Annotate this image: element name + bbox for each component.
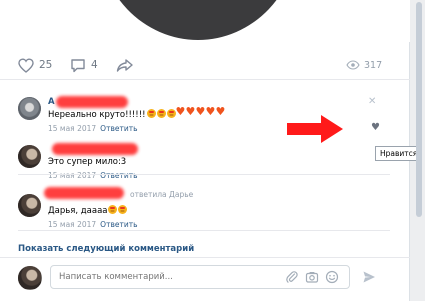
reply-to-label[interactable]: ответила Дарье — [130, 190, 193, 199]
likes-count: 25 — [39, 59, 53, 71]
share-button[interactable] — [116, 56, 134, 74]
comment-composer — [0, 257, 410, 301]
comment-divider — [18, 230, 390, 231]
paperclip-icon[interactable] — [285, 270, 299, 284]
page: 25 4 317 А Нереально круто!!!!!!♥♥♥♥♥ 15… — [0, 0, 425, 301]
send-icon[interactable] — [362, 270, 376, 284]
comment-date[interactable]: 15 мая 2017 — [48, 220, 96, 229]
emoji-sequence — [146, 106, 227, 120]
comment-date[interactable]: 15 мая 2017 — [48, 171, 96, 180]
comments-count: 4 — [91, 59, 98, 71]
comment-meta: 15 мая 2017 Ответить — [48, 220, 138, 229]
share-arrow-icon — [116, 58, 133, 72]
comment-text: Дарья, даааа — [48, 205, 128, 216]
redaction-mark — [44, 187, 124, 199]
redaction-mark — [56, 96, 128, 108]
scrollbar[interactable] — [416, 0, 422, 301]
reply-link[interactable]: Ответить — [100, 220, 137, 229]
comment-item: А Нереально круто!!!!!! 15 мая 2017 Ответ… — [18, 96, 408, 135]
emoji-sequence — [108, 205, 128, 216]
red-arrow-annotation-icon — [287, 115, 343, 143]
smile-icon[interactable] — [325, 270, 339, 284]
like-button[interactable]: 25 — [18, 56, 52, 74]
comment-meta: 15 мая 2017 Ответить — [48, 171, 138, 180]
views-count: 317 — [364, 59, 383, 71]
heart-outline-icon — [18, 57, 34, 73]
comment-button[interactable]: 4 — [70, 56, 98, 74]
eye-icon — [346, 60, 360, 70]
speech-bubble-icon — [71, 58, 85, 72]
comment-author[interactable]: А — [48, 97, 55, 107]
comment-text: Нереально круто!!!!!! — [48, 106, 227, 120]
show-next-comment-link[interactable]: Показать следующий комментарий — [18, 244, 194, 254]
post-photo[interactable] — [0, 0, 410, 42]
comment-item: ответила Дарье Дарья, даааа 15 мая 2017 О… — [18, 187, 408, 229]
comment-text: Это супер мило:3 — [48, 157, 127, 167]
comment-avatar[interactable] — [18, 97, 41, 120]
views-counter: 317 — [346, 56, 382, 74]
camera-icon[interactable] — [305, 270, 319, 284]
comment-date[interactable]: 15 мая 2017 — [48, 124, 96, 133]
scrollbar-thumb[interactable] — [416, 2, 422, 217]
post-actions-bar: 25 4 317 — [0, 50, 410, 80]
comment-item: Это супер мило:3 15 мая 2017 Ответить — [18, 143, 408, 180]
comment-divider — [18, 174, 390, 175]
my-avatar[interactable] — [18, 266, 42, 290]
close-icon[interactable]: ✕ — [368, 96, 376, 107]
comment-avatar[interactable] — [18, 145, 41, 168]
comment-like-heart-icon[interactable]: ♥ — [371, 122, 380, 133]
reply-link[interactable]: Ответить — [100, 171, 137, 180]
comment-avatar[interactable] — [18, 194, 41, 217]
comment-meta: 15 мая 2017 Ответить — [48, 124, 138, 133]
post-card: 25 4 317 А Нереально круто!!!!!!♥♥♥♥♥ 15… — [0, 0, 423, 301]
redaction-mark — [52, 143, 138, 155]
reply-link[interactable]: Ответить — [100, 124, 137, 133]
photo-content — [98, 0, 298, 40]
